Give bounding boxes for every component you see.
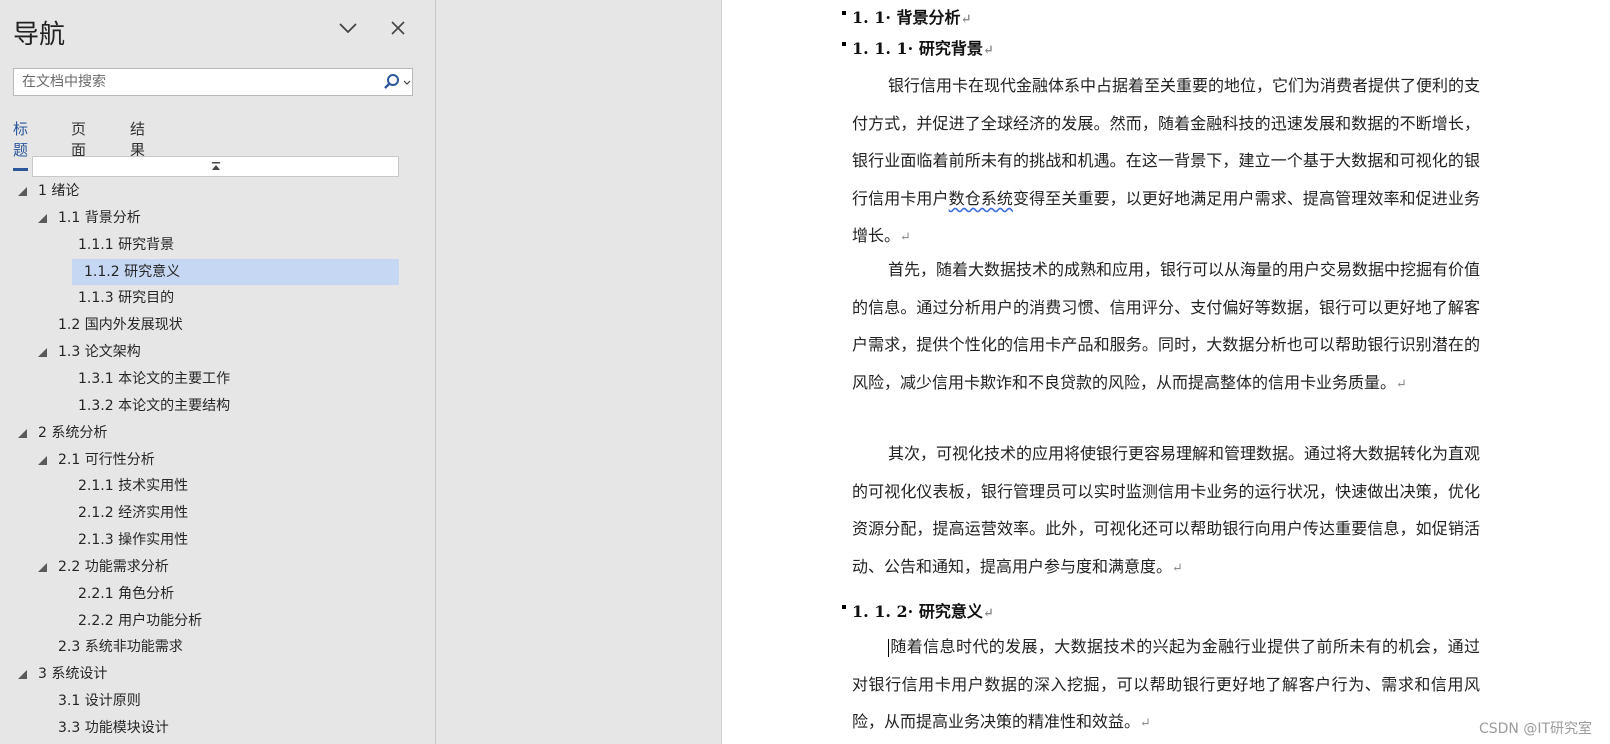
- nav-tree-label: 2.2.2 用户功能分析: [78, 613, 203, 629]
- nav-tree-label: 3 系统设计: [38, 666, 108, 682]
- body-paragraph[interactable]: 首先，随着大数据技术的成熟和应用，银行可以从海量的用户交易数据中挖掘有价值的信息…: [852, 251, 1480, 403]
- pane-options-button[interactable]: [336, 18, 360, 42]
- search-box: [13, 68, 413, 96]
- paragraph-mark: ↵: [1140, 716, 1151, 732]
- nav-tree-item[interactable]: 1.1 背景分析: [0, 205, 435, 231]
- doc-heading[interactable]: 1. 1. 2· 研究意义↵: [842, 598, 994, 622]
- expand-collapse-icon[interactable]: [38, 214, 47, 223]
- scroll-to-top-icon: [211, 158, 221, 176]
- nav-tree-item[interactable]: 2.1 可行性分析: [0, 447, 435, 473]
- heading-bullet: [842, 605, 846, 609]
- body-paragraph[interactable]: 随着信息时代的发展，大数据技术的兴起为金融行业提供了前所未有的机会，通过对银行信…: [852, 628, 1480, 743]
- nav-tree-label: 2.1 可行性分析: [58, 452, 155, 468]
- doc-heading[interactable]: 1. 1· 背景分析↵: [842, 4, 972, 28]
- expand-collapse-icon[interactable]: [18, 429, 27, 438]
- close-pane-button[interactable]: [386, 18, 410, 42]
- nav-tree-label: 1.3.1 本论文的主要工作: [78, 371, 231, 387]
- expand-collapse-icon[interactable]: [38, 456, 47, 465]
- paragraph-mark: ↵: [900, 230, 911, 246]
- nav-tree-item[interactable]: 2.1.3 操作实用性: [0, 527, 435, 553]
- heading-text: 1. 1· 背景分析: [852, 8, 961, 27]
- nav-tree-item[interactable]: 1.3.1 本论文的主要工作: [0, 366, 435, 392]
- nav-tree-item[interactable]: 2.1.1 技术实用性: [0, 473, 435, 499]
- expand-collapse-icon[interactable]: [18, 187, 27, 196]
- doc-heading[interactable]: 1. 1. 1· 研究背景↵: [842, 35, 994, 59]
- nav-tree-label: 1.1 背景分析: [58, 210, 141, 226]
- nav-tree-label: 1.3 论文架构: [58, 344, 141, 360]
- nav-tree-label: 1.2 国内外发展现状: [58, 317, 183, 333]
- nav-tree-label: 2.1.3 操作实用性: [78, 532, 189, 548]
- spellcheck-flagged-text[interactable]: 数仓系统: [949, 189, 1013, 208]
- search-icon: [382, 74, 412, 95]
- heading-text: 1. 1. 1· 研究背景: [852, 39, 983, 58]
- nav-tree-label: 3.1 设计原则: [58, 693, 141, 709]
- paragraph-mark: ↵: [1172, 560, 1183, 576]
- paragraph-text: 其次，可视化技术的应用将使银行更容易理解和管理数据。通过将大数据转化为直观的可视…: [852, 444, 1481, 576]
- search-options-button[interactable]: [382, 73, 412, 91]
- paragraph-mark: ↵: [1396, 376, 1407, 392]
- nav-tree-item[interactable]: 2 系统分析: [0, 420, 435, 446]
- paragraph-text: 首先，随着大数据技术的成熟和应用，银行可以从海量的用户交易数据中挖掘有价值的信息…: [852, 260, 1481, 392]
- nav-tree-item[interactable]: 1.3 论文架构: [0, 339, 435, 365]
- navigation-pane: 导航 标题 页面 结果 1 绪论1.1: [0, 0, 435, 744]
- nav-tree-label: 2 系统分析: [38, 425, 108, 441]
- paragraph-mark: ↵: [982, 43, 994, 58]
- nav-tree-label: 1 绪论: [38, 183, 80, 199]
- nav-tree-label: 1.1.1 研究背景: [78, 237, 175, 253]
- nav-tree-item[interactable]: 2.2.2 用户功能分析: [0, 608, 435, 634]
- nav-tree-item[interactable]: 1.1.1 研究背景: [0, 232, 435, 258]
- nav-tree-label: 1.1.3 研究目的: [78, 290, 175, 306]
- nav-tree-item[interactable]: 1 绪论: [0, 178, 435, 204]
- body-paragraph[interactable]: 银行信用卡在现代金融体系中占据着至关重要的地位，它们为消费者提供了便利的支付方式…: [852, 67, 1480, 257]
- scroll-up-button[interactable]: [32, 156, 399, 177]
- nav-tree-item[interactable]: 2.1.2 经济实用性: [0, 500, 435, 526]
- nav-tree-item[interactable]: 1.1.3 研究目的: [0, 285, 435, 311]
- paragraph-text: 随着信息时代的发展，大数据技术的兴起为金融行业提供了前所未有的机会，通过对银行信…: [852, 637, 1480, 732]
- nav-tree-item[interactable]: 2.2.1 角色分析: [0, 581, 435, 607]
- tab-headings[interactable]: 标题: [13, 118, 29, 171]
- expand-collapse-icon[interactable]: [38, 348, 47, 357]
- nav-tree-item[interactable]: 3.1 设计原则: [0, 688, 435, 714]
- expand-collapse-icon[interactable]: [38, 563, 47, 572]
- nav-tree-label: 2.1.2 经济实用性: [78, 505, 189, 521]
- nav-tree-label: 2.2 功能需求分析: [58, 559, 169, 575]
- heading-bullet: [842, 42, 846, 46]
- nav-tree-item[interactable]: 3 系统设计: [0, 661, 435, 687]
- heading-bullet: [842, 11, 846, 15]
- search-input[interactable]: [14, 69, 364, 95]
- nav-tree-label: 1.3.2 本论文的主要结构: [78, 398, 231, 414]
- heading-text: 1. 1. 2· 研究意义: [852, 602, 983, 621]
- nav-tree-item[interactable]: 2.3 系统非功能需求: [0, 634, 435, 660]
- close-icon: [390, 20, 406, 41]
- nav-tree-label: 2.2.1 角色分析: [78, 586, 175, 602]
- paragraph-mark: ↵: [982, 606, 994, 621]
- nav-tree-item[interactable]: 2.2 功能需求分析: [0, 554, 435, 580]
- nav-tree-item[interactable]: 3.3 功能模块设计: [0, 715, 435, 741]
- chevron-down-icon: [338, 21, 358, 39]
- nav-tree-label: 2.1.1 技术实用性: [78, 478, 189, 494]
- nav-tree-item[interactable]: 1.1.2 研究意义: [72, 259, 399, 285]
- nav-tree-label: 3.3 功能模块设计: [58, 720, 169, 736]
- text-cursor: [888, 638, 889, 657]
- nav-tree-item[interactable]: 1.2 国内外发展现状: [0, 312, 435, 338]
- watermark: CSDN @IT研究室: [1478, 721, 1592, 737]
- nav-pane-title: 导航: [13, 20, 66, 50]
- paragraph-mark: ↵: [960, 12, 972, 27]
- nav-tree-label: 1.1.2 研究意义: [84, 264, 181, 280]
- nav-tree-label: 2.3 系统非功能需求: [58, 639, 183, 655]
- body-paragraph[interactable]: 其次，可视化技术的应用将使银行更容易理解和管理数据。通过将大数据转化为直观的可视…: [852, 435, 1480, 587]
- expand-collapse-icon[interactable]: [18, 670, 27, 679]
- nav-tree-item[interactable]: 1.3.2 本论文的主要结构: [0, 393, 435, 419]
